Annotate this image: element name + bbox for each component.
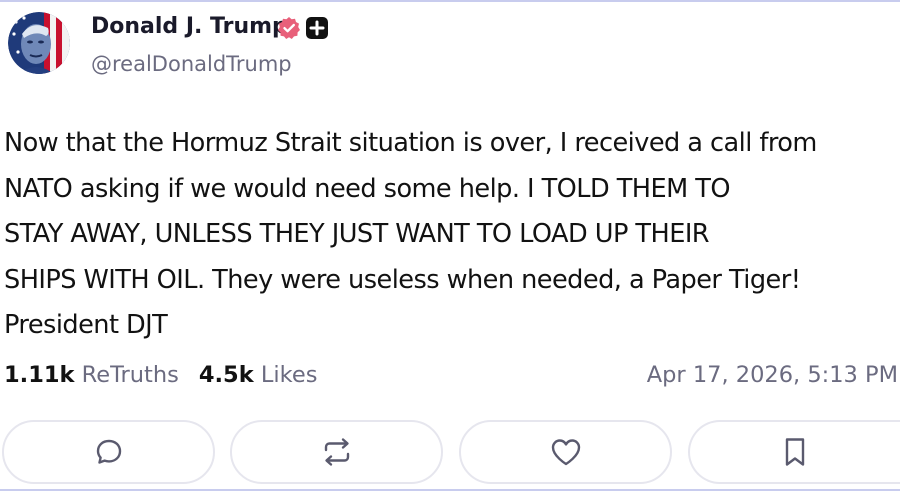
likes-count: 4.5k	[198, 362, 254, 388]
retruth-button[interactable]	[230, 420, 443, 484]
post-text: Now that the Hormuz Strait situation is …	[4, 128, 817, 340]
avatar[interactable]	[8, 12, 70, 74]
likes-label: Likes	[260, 362, 318, 388]
reply-button[interactable]	[2, 420, 215, 484]
repost-icon	[324, 438, 349, 466]
like-button[interactable]	[459, 420, 672, 484]
bookmark-icon	[785, 438, 805, 466]
heart-icon	[551, 439, 580, 466]
author-display-name[interactable]: Donald J. Trump	[91, 14, 288, 39]
bookmark-button[interactable]	[688, 420, 900, 484]
avatar-image	[8, 12, 70, 74]
post-stats: 1.11k ReTruths 4.5k Likes	[4, 362, 317, 388]
likes-stat[interactable]: 4.5k Likes	[199, 362, 318, 388]
retruths-count: 1.11k	[4, 362, 75, 388]
verified-badge-icon	[278, 17, 300, 39]
retruths-label: ReTruths	[81, 362, 179, 388]
author-handle[interactable]: @realDonaldTrump	[91, 52, 292, 76]
plus-icon	[306, 17, 328, 39]
post-timestamp[interactable]: Apr 17, 2026, 5:13 PM	[647, 362, 898, 388]
truth-post-card: Donald J. Trump @realDonaldTrump Now tha…	[0, 0, 900, 491]
retruths-stat[interactable]: 1.11k ReTruths	[4, 362, 179, 388]
comment-icon	[96, 439, 121, 464]
